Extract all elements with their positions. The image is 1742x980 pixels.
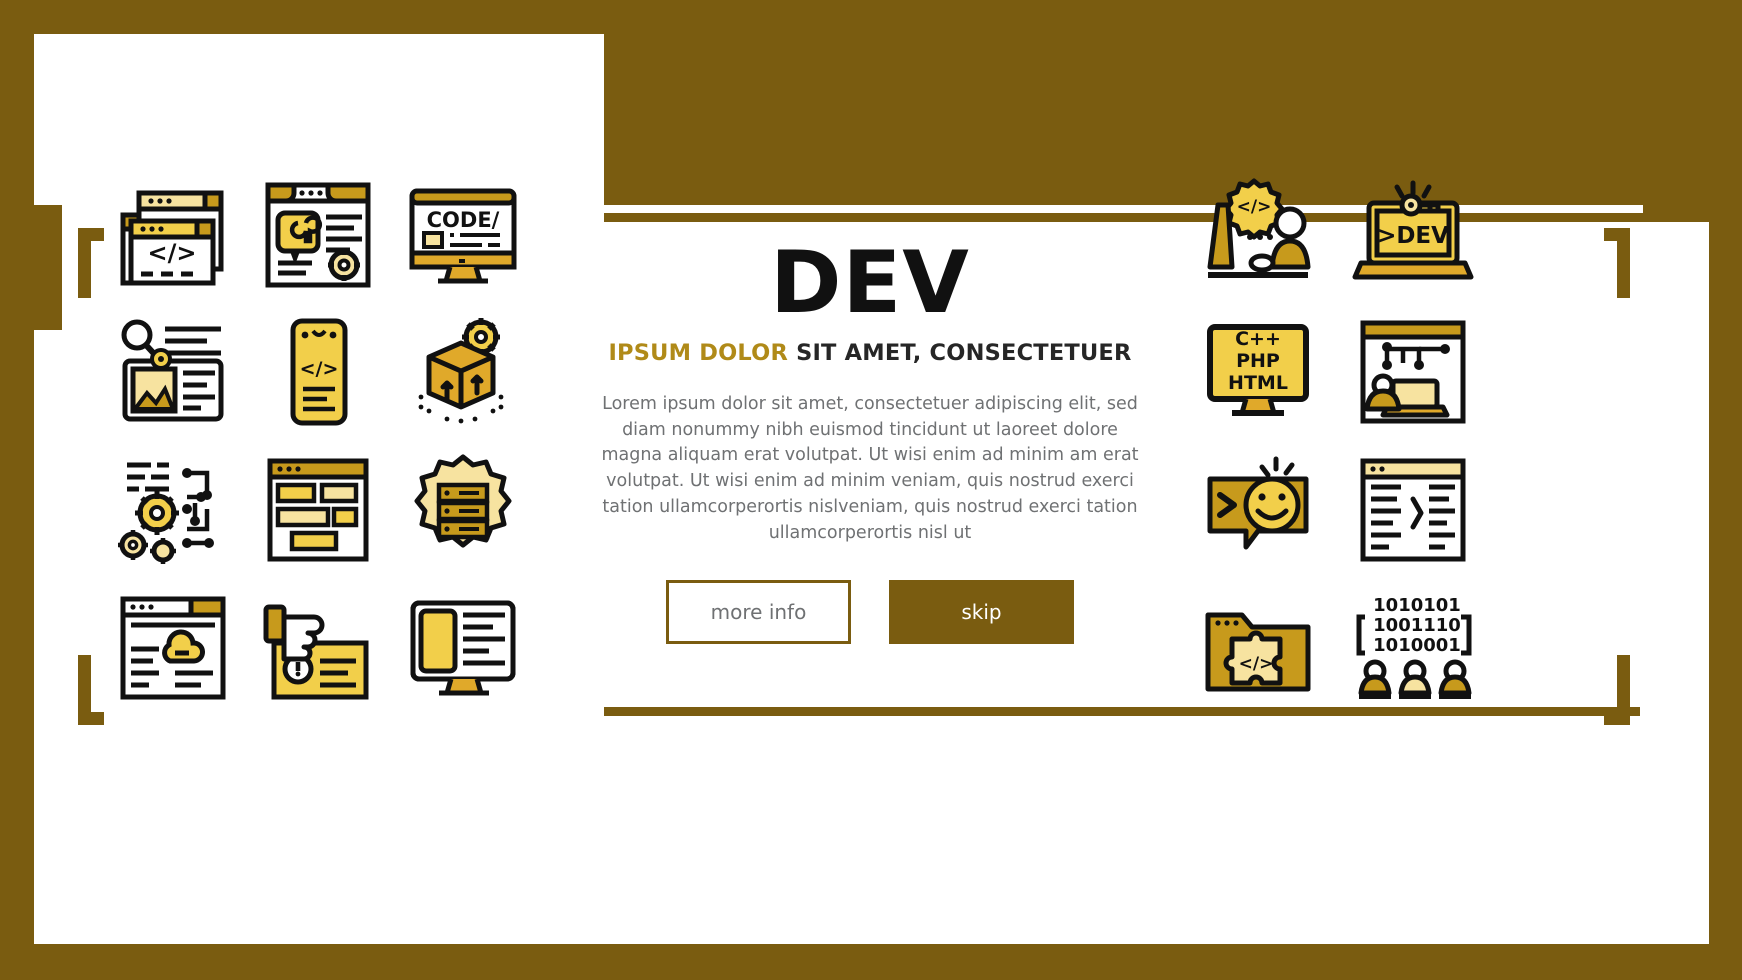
subtitle-rest: SIT AMET, CONSECTETUER bbox=[796, 340, 1132, 366]
bug-smiley-chat-icon bbox=[1185, 446, 1330, 574]
folder-puzzle-code-icon: </> bbox=[1185, 584, 1330, 712]
frame-left-bar bbox=[0, 0, 34, 980]
code-monitor-icon: CODE/ bbox=[390, 170, 535, 298]
code-document-lines-icon bbox=[1340, 446, 1485, 574]
skip-button[interactable]: skip bbox=[889, 580, 1074, 645]
frame-top-left-bar bbox=[34, 0, 604, 34]
binary-line-3-label: 1010001 bbox=[1373, 635, 1461, 656]
binary-line-1-label: 1010101 bbox=[1373, 595, 1461, 616]
code-tag-label: </> bbox=[147, 239, 196, 267]
frame-top-banner bbox=[604, 0, 1709, 205]
package-gear-deploy-icon bbox=[390, 308, 535, 436]
lang-html-label: HTML bbox=[1228, 372, 1288, 394]
body-paragraph: Lorem ipsum dolor sit amet, consectetuer… bbox=[601, 394, 1139, 543]
page-title: DEV bbox=[770, 233, 970, 333]
wireframe-layout-icon bbox=[245, 446, 390, 574]
gear-code-tag-label: </> bbox=[1236, 197, 1271, 217]
more-info-button[interactable]: more info bbox=[666, 580, 851, 645]
code-monitor-label: CODE/ bbox=[426, 208, 499, 232]
responsive-monitor-mobile-icon bbox=[390, 584, 535, 712]
icon-grid-left: </> CODE/ </> bbox=[100, 170, 535, 712]
server-gear-icon bbox=[390, 446, 535, 574]
languages-monitor-icon: C++ PHP HTML bbox=[1185, 308, 1330, 436]
browser-cloud-icon bbox=[100, 584, 245, 712]
lang-cpp-label: C++ bbox=[1235, 328, 1281, 350]
mobile-code-icon: </> bbox=[245, 308, 390, 436]
hand-debug-alert-icon bbox=[245, 584, 390, 712]
landing-page-banner: </> CODE/ </> DEV IPSUM DOLOR SIT AMET, … bbox=[0, 0, 1742, 980]
binary-team-icon: 1010101 1001110 1010001 bbox=[1340, 584, 1485, 712]
icon-grid-right: </> >DEV C++ PHP HTML </> 1010101 100111… bbox=[1185, 170, 1485, 712]
document-wrench-settings-icon bbox=[245, 170, 390, 298]
page-subtitle: IPSUM DOLOR SIT AMET, CONSECTETUER bbox=[600, 340, 1140, 366]
laptop-network-user-icon bbox=[1340, 308, 1485, 436]
frame-left-notch bbox=[34, 205, 62, 330]
code-windows-icon: </> bbox=[100, 170, 245, 298]
gears-circuit-icon bbox=[100, 446, 245, 574]
lang-php-label: PHP bbox=[1236, 350, 1280, 372]
divider-top bbox=[604, 213, 1709, 222]
laptop-key-dev-icon: >DEV bbox=[1340, 170, 1485, 298]
cta-button-row: more info skip bbox=[600, 580, 1140, 645]
binary-line-2-label: 1001110 bbox=[1373, 615, 1461, 636]
corner-bracket-top-right bbox=[1604, 228, 1630, 298]
dev-prompt-label: >DEV bbox=[1377, 223, 1449, 249]
developer-workstation-gear-code-icon: </> bbox=[1185, 170, 1330, 298]
frame-right-bar bbox=[1709, 0, 1742, 980]
subtitle-highlight: IPSUM DOLOR bbox=[608, 340, 789, 366]
hero-content: DEV IPSUM DOLOR SIT AMET, CONSECTETUER L… bbox=[600, 233, 1140, 645]
mobile-code-tag-label: </> bbox=[299, 358, 338, 380]
image-search-document-icon bbox=[100, 308, 245, 436]
folder-code-tag-label: </> bbox=[1238, 654, 1273, 674]
frame-bottom-bar bbox=[0, 944, 1742, 980]
